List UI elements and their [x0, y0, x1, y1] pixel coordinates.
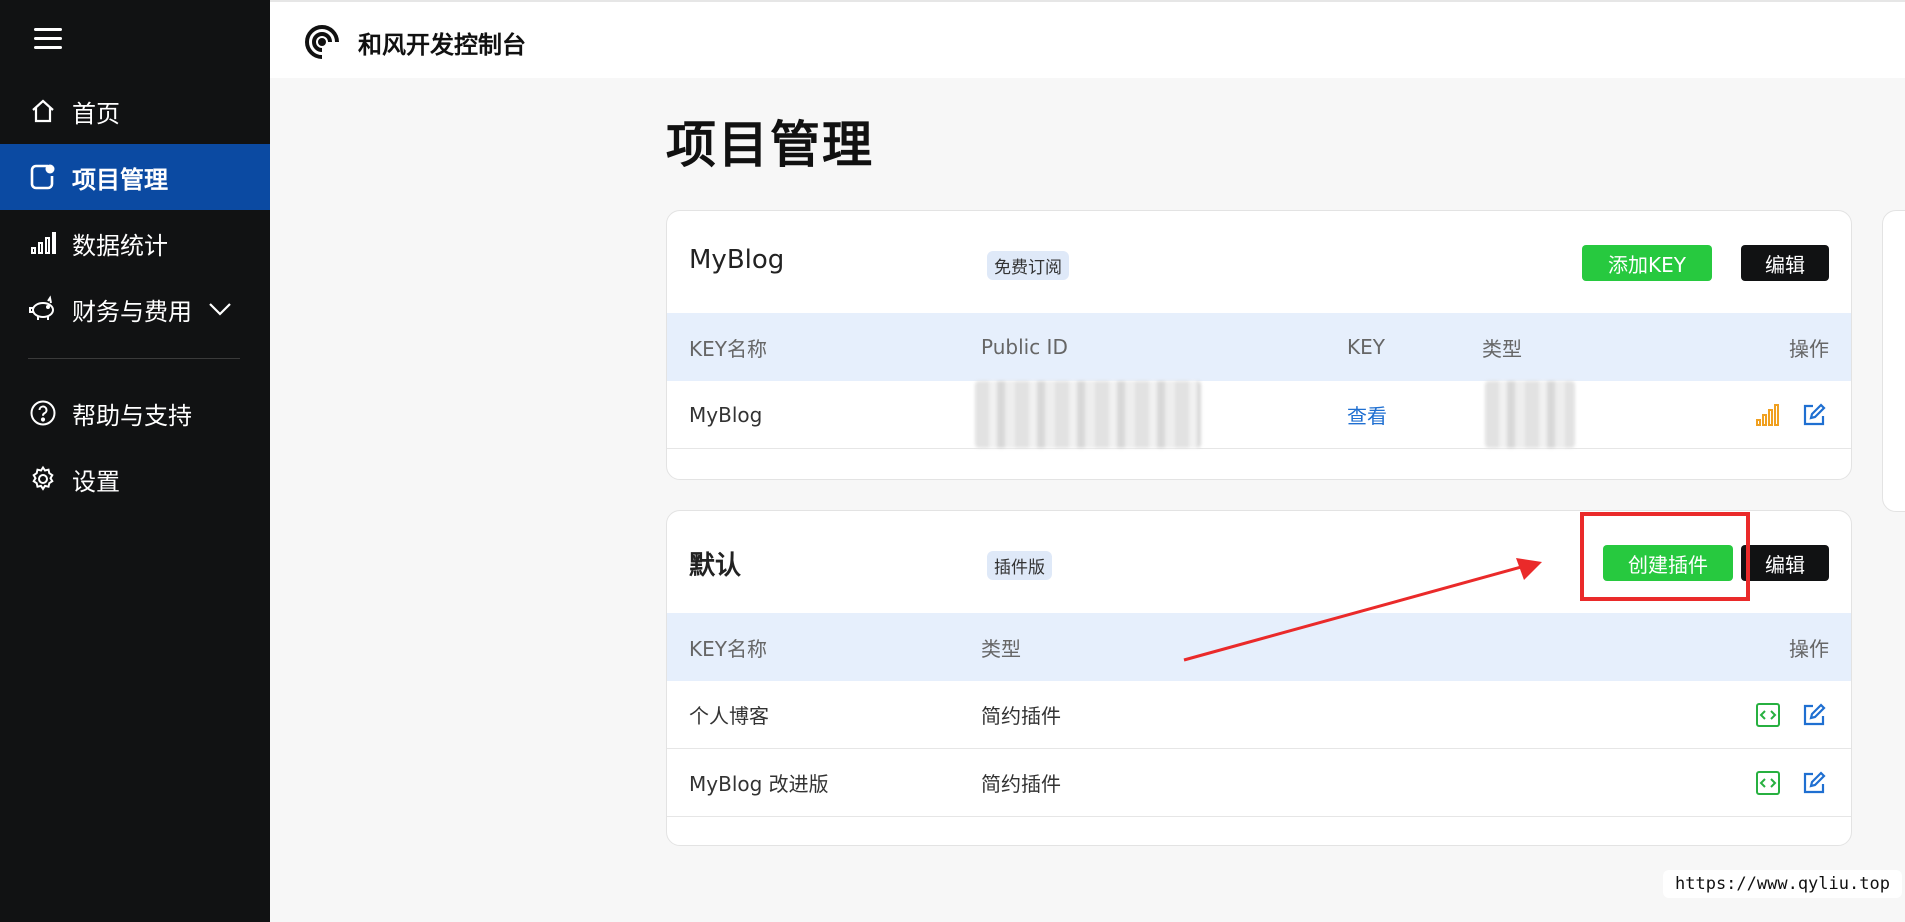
sidebar-item-settings[interactable]: 设置: [0, 446, 270, 512]
help-icon: [28, 398, 58, 428]
sidebar-item-home[interactable]: 首页: [0, 78, 270, 144]
home-icon: [28, 96, 58, 126]
edit-button[interactable]: 编辑: [1741, 545, 1829, 581]
stats-icon[interactable]: [1755, 381, 1781, 448]
sidebar: 首页 项目管理 数据统计 财务与费用 帮助与支持 设置: [0, 0, 270, 922]
page-title: 项目管理: [666, 116, 874, 174]
sidebar-item-help[interactable]: 帮助与支持: [0, 380, 270, 446]
brand[interactable]: 和风开发控制台: [300, 22, 526, 62]
brand-name: 和风开发控制台: [358, 30, 526, 59]
menu-icon[interactable]: [34, 28, 62, 52]
sidebar-item-label: 设置: [72, 467, 120, 496]
plugin-type: 简约插件: [981, 704, 1061, 728]
watermark: https://www.qyliu.top: [1663, 870, 1902, 898]
sidebar-item-statistics[interactable]: 数据统计: [0, 210, 270, 276]
gear-icon: [28, 464, 58, 494]
sidebar-item-label: 首页: [72, 99, 120, 128]
sidebar-item-label: 项目管理: [72, 165, 168, 194]
key-name: 个人博客: [689, 704, 769, 728]
qweather-logo-icon: [300, 22, 344, 62]
add-key-button[interactable]: 添加KEY: [1582, 245, 1712, 281]
edit-icon[interactable]: [1801, 681, 1827, 748]
project-name: MyBlog: [689, 245, 785, 275]
piggy-bank-icon: [28, 294, 58, 324]
side-panel-edge: [1882, 210, 1905, 512]
annotation-arrow-icon: [1183, 558, 1542, 662]
bar-chart-icon: [28, 228, 58, 258]
column-header: 操作: [1789, 636, 1829, 661]
column-header: Public ID: [981, 335, 1068, 359]
card-header: MyBlog 免费订阅 添加KEY 编辑: [667, 211, 1851, 313]
annotation-highlight-box: [1580, 512, 1750, 601]
chevron-down-icon[interactable]: [208, 301, 232, 317]
sidebar-item-label: 数据统计: [72, 231, 168, 260]
key-name: MyBlog 改进版: [689, 772, 829, 796]
project-name: 默认: [689, 551, 742, 581]
edit-icon[interactable]: [1801, 381, 1827, 448]
view-key-link[interactable]: 查看: [1347, 381, 1387, 448]
sidebar-item-projects[interactable]: 项目管理: [0, 144, 270, 210]
code-icon[interactable]: [1755, 681, 1781, 748]
plugin-type: 简约插件: [981, 772, 1061, 796]
table-row: MyBlog 改进版 简约插件: [667, 749, 1851, 817]
table-header: KEY名称 Public ID KEY 类型 操作: [667, 313, 1851, 381]
column-header: 类型: [1482, 336, 1522, 361]
sidebar-item-finance[interactable]: 财务与费用: [0, 276, 270, 342]
column-header: KEY名称: [689, 636, 767, 661]
project-card-myblog: MyBlog 免费订阅 添加KEY 编辑 KEY名称 Public ID KEY…: [666, 210, 1852, 480]
sidebar-item-label: 财务与费用: [72, 297, 192, 326]
plan-badge: 免费订阅: [987, 251, 1069, 280]
column-header: 类型: [981, 636, 1021, 661]
sidebar-divider: [28, 358, 240, 359]
table-row: 个人博客 简约插件: [667, 681, 1851, 749]
topbar: 和风开发控制台: [270, 0, 1905, 78]
column-header: 操作: [1789, 336, 1829, 361]
column-header: KEY: [1347, 335, 1385, 359]
plan-badge: 插件版: [987, 551, 1052, 580]
edit-button[interactable]: 编辑: [1741, 245, 1829, 281]
code-icon[interactable]: [1755, 749, 1781, 816]
edit-icon[interactable]: [1801, 749, 1827, 816]
project-icon: [28, 162, 58, 192]
key-name: MyBlog: [689, 402, 763, 427]
column-header: KEY名称: [689, 336, 767, 361]
table-row: MyBlog 查看: [667, 381, 1851, 449]
sidebar-item-label: 帮助与支持: [72, 401, 192, 430]
